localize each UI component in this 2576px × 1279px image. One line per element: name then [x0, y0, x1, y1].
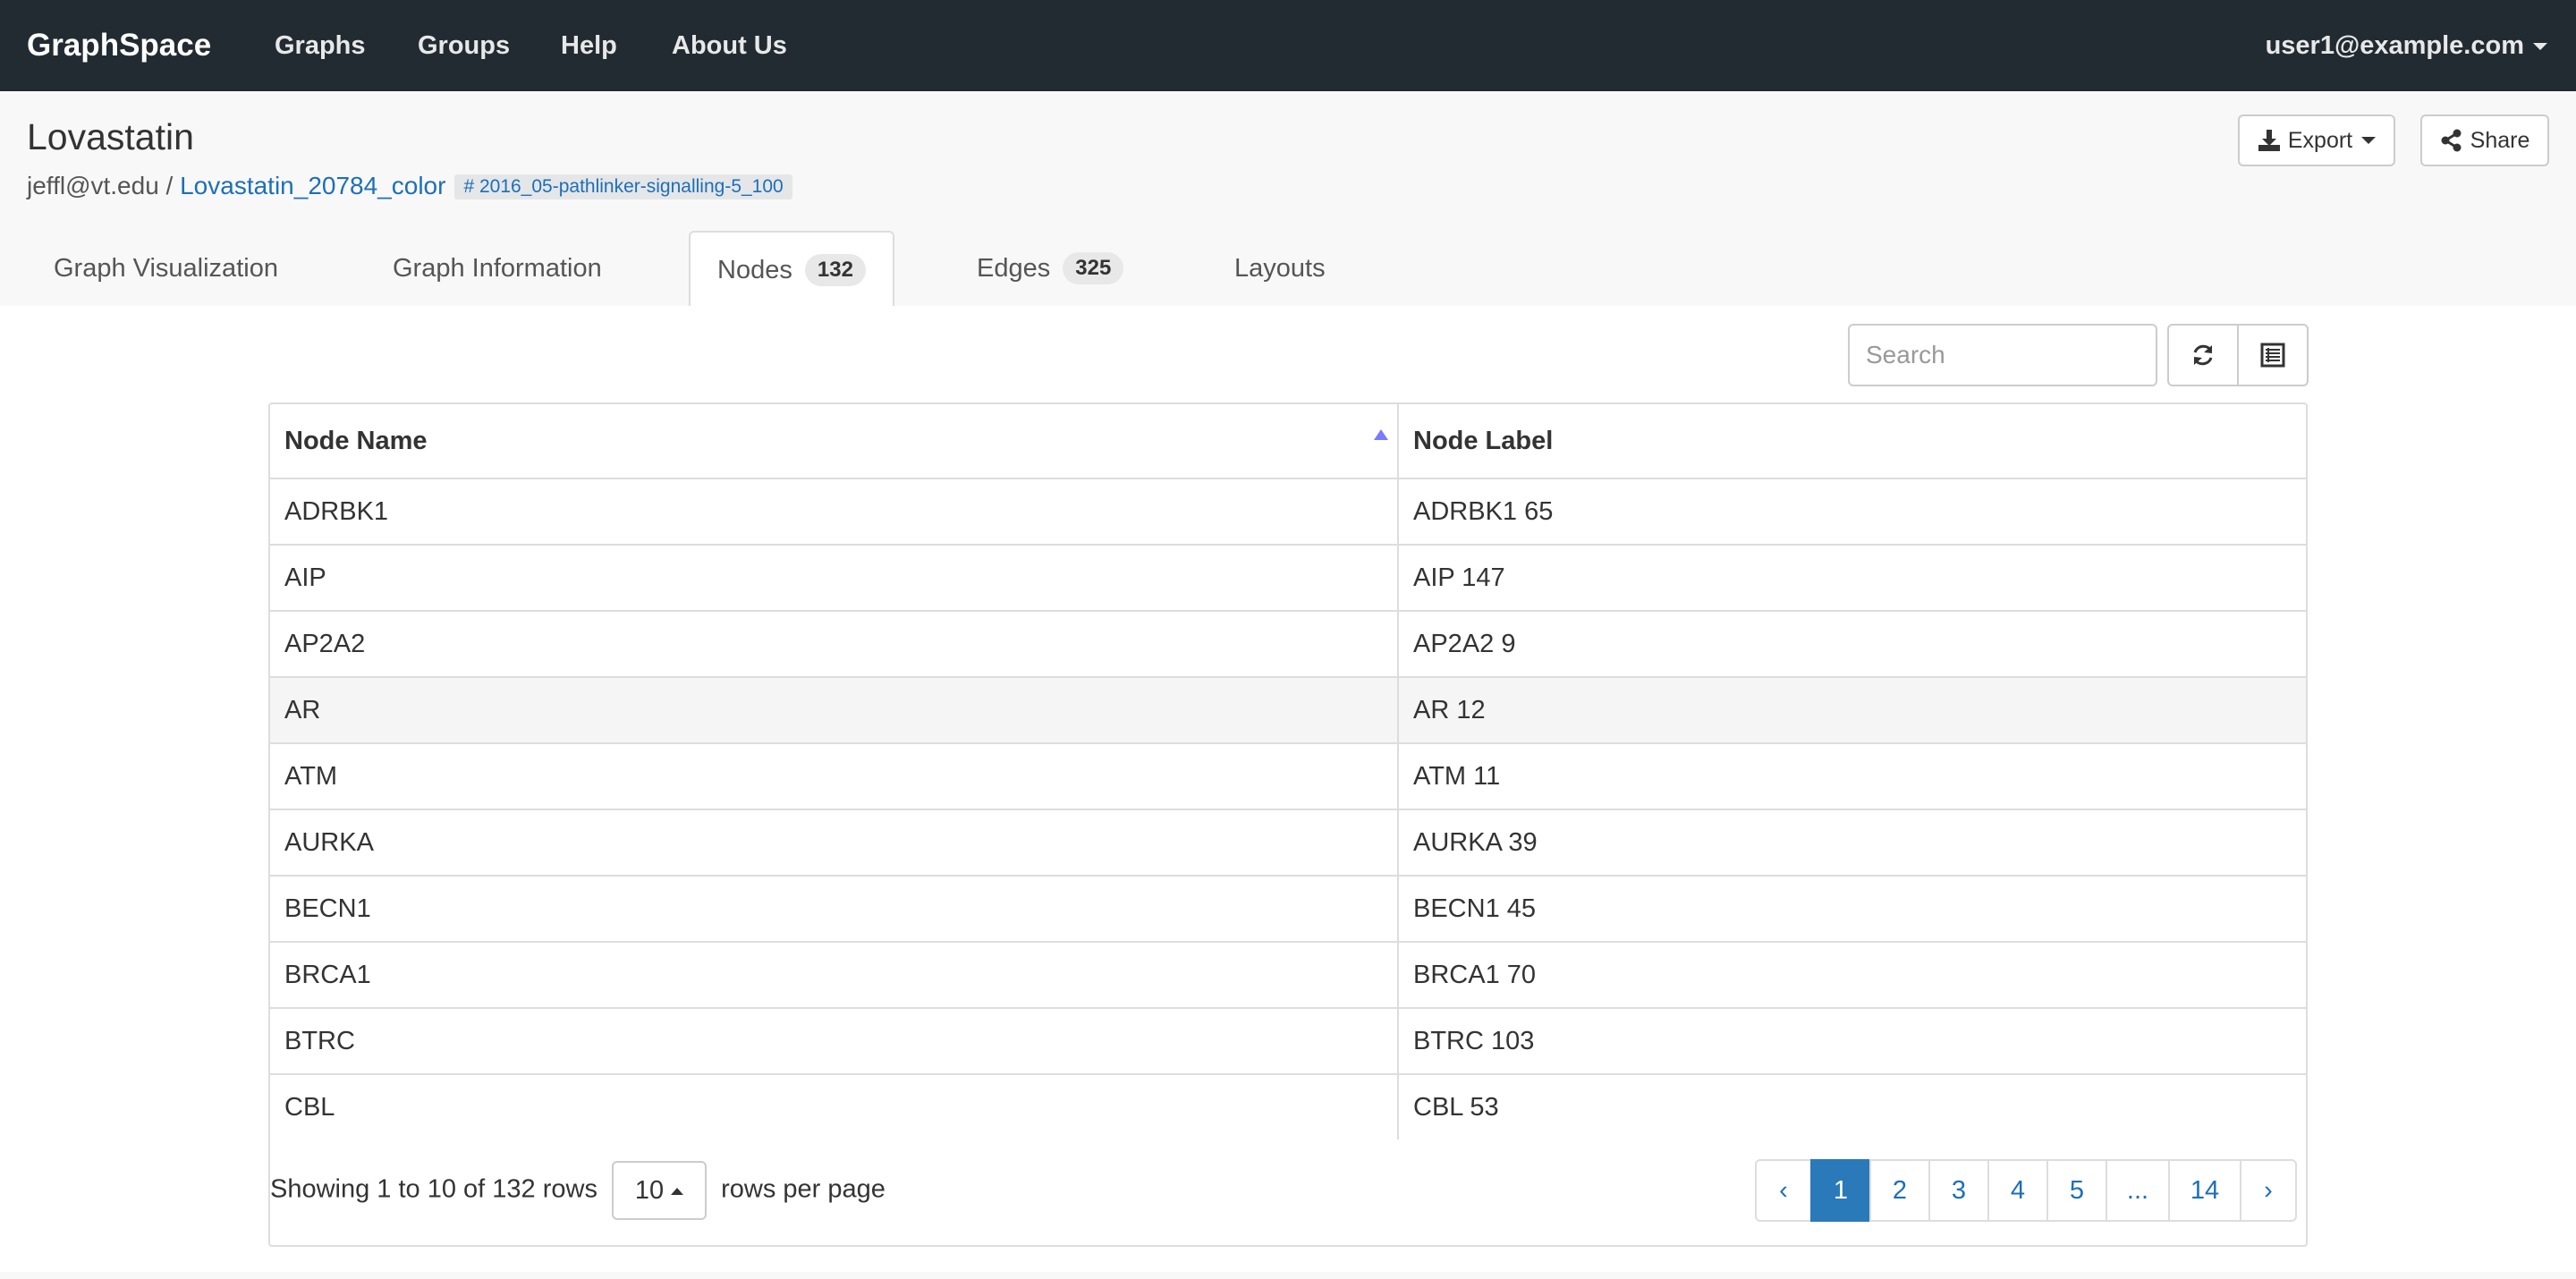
tab-graph-visualization[interactable]: Graph Visualization [54, 231, 278, 306]
tab-nodes[interactable]: Nodes 132 [689, 231, 894, 308]
tag-badge[interactable]: # 2016_05-pathlinker-signalling-5_100 [454, 174, 792, 199]
graph-name-link[interactable]: Lovastatin_20784_color [180, 172, 445, 199]
navbar: GraphSpace Graphs Groups Help About Us u… [0, 0, 2576, 91]
node-name-cell: AP2A2 [270, 610, 1398, 677]
share-icon [2441, 129, 2462, 152]
node-label-cell: AURKA 39 [1397, 809, 2306, 876]
sort-ascending-icon [1374, 429, 1388, 440]
nav-about-us[interactable]: About Us [672, 0, 787, 91]
node-name-cell: AURKA [270, 809, 1398, 876]
node-name-cell: BECN1 [270, 875, 1398, 942]
columns-icon [2260, 343, 2285, 368]
nav-help[interactable]: Help [561, 0, 617, 91]
refresh-button[interactable] [2167, 324, 2239, 386]
owner-email: jeffl@vt.edu [27, 172, 159, 199]
table-row[interactable]: BRCA1 BRCA1 70 [270, 941, 2306, 1008]
page-5[interactable]: 5 [2046, 1159, 2107, 1222]
table-row[interactable]: ADRBK1 ADRBK1 65 [270, 478, 2306, 545]
page-prev[interactable]: ‹ [1755, 1159, 1812, 1222]
page-14[interactable]: 14 [2168, 1159, 2241, 1222]
node-label-cell: ATM 11 [1397, 742, 2306, 809]
column-header-label: Node Name [284, 426, 428, 455]
tab-bar: Graph Visualization Graph Information No… [0, 231, 2576, 308]
table-row[interactable]: CBL CBL 53 [270, 1073, 2306, 1139]
pagination: ‹ 1 2 3 4 5 ... 14 › [1755, 1159, 2297, 1222]
node-label-cell: BRCA1 70 [1397, 941, 2306, 1008]
column-header-node-label[interactable]: Node Label [1397, 404, 2306, 479]
node-label-cell: AR 12 [1397, 676, 2306, 743]
node-label-cell: BTRC 103 [1397, 1007, 2306, 1074]
table-row[interactable]: BECN1 BECN1 45 [270, 875, 2306, 942]
tab-layouts[interactable]: Layouts [1234, 231, 1326, 306]
table-row[interactable]: AP2A2 AP2A2 9 [270, 610, 2306, 677]
chevron-down-icon [2533, 43, 2547, 51]
table-row[interactable]: ATM ATM 11 [270, 742, 2306, 809]
share-label: Share [2470, 127, 2530, 153]
node-name-cell: BTRC [270, 1007, 1398, 1074]
refresh-icon [2193, 344, 2213, 366]
page-title: Lovastatin [27, 116, 194, 157]
page-ellipsis: ... [2106, 1159, 2170, 1222]
node-name-cell: CBL [270, 1073, 1398, 1139]
page-3[interactable]: 3 [1928, 1159, 1989, 1222]
rows-per-page-value: 10 [634, 1176, 665, 1205]
table-row[interactable]: BTRC BTRC 103 [270, 1007, 2306, 1074]
page-4[interactable]: 4 [1987, 1159, 2048, 1222]
column-header-label: Node Label [1413, 426, 1554, 455]
node-label-cell: ADRBK1 65 [1397, 478, 2306, 545]
columns-button[interactable] [2237, 324, 2309, 386]
share-button[interactable]: Share [2420, 114, 2549, 166]
tab-graph-information[interactable]: Graph Information [393, 231, 602, 306]
user-email: user1@example.com [2265, 31, 2524, 60]
showing-rows-text: Showing 1 to 10 of 132 rows [270, 1174, 597, 1204]
node-name-cell: ADRBK1 [270, 478, 1398, 545]
pagination-info: Showing 1 to 10 of 132 rows 10 rows per … [270, 1161, 886, 1224]
table-row[interactable]: AURKA AURKA 39 [270, 809, 2306, 876]
tab-edges[interactable]: Edges 325 [977, 231, 1124, 306]
tab-edges-label: Edges [977, 254, 1051, 283]
search-input[interactable] [1848, 324, 2157, 386]
rows-per-page-suffix: rows per page [721, 1174, 886, 1204]
node-name-cell: AR [270, 676, 1398, 743]
chevron-down-icon [2361, 137, 2377, 144]
nav-graphs[interactable]: Graphs [275, 0, 366, 91]
nodes-table-container: Node Name Node Label ADRBK1 ADRBK1 65 AIP… [268, 402, 2308, 1247]
export-button[interactable]: Export [2238, 114, 2395, 166]
node-name-cell: ATM [270, 742, 1398, 809]
node-label-cell: AIP 147 [1397, 544, 2306, 611]
brand-logo[interactable]: GraphSpace [27, 0, 211, 91]
breadcrumb-separator: / [158, 172, 181, 199]
caret-up-icon [671, 1188, 684, 1196]
column-header-node-name[interactable]: Node Name [270, 404, 1398, 479]
table-row[interactable]: AR AR 12 [270, 676, 2306, 743]
nav-groups[interactable]: Groups [418, 0, 510, 91]
nodes-table: Node Name Node Label ADRBK1 ADRBK1 65 AIP… [270, 404, 2306, 1139]
export-label: Export [2287, 127, 2353, 153]
page-2[interactable]: 2 [1869, 1159, 1930, 1222]
download-icon [2258, 130, 2280, 151]
node-label-cell: BECN1 45 [1397, 875, 2306, 942]
node-label-cell: AP2A2 9 [1397, 610, 2306, 677]
node-name-cell: BRCA1 [270, 941, 1398, 1008]
page-next[interactable]: › [2240, 1159, 2297, 1222]
node-name-cell: AIP [270, 544, 1398, 611]
rows-per-page-dropdown[interactable]: 10 [612, 1161, 708, 1220]
table-row[interactable]: AIP AIP 147 [270, 544, 2306, 611]
table-header-row: Node Name Node Label [270, 404, 2306, 479]
edges-count-badge: 325 [1063, 252, 1124, 284]
page-1[interactable]: 1 [1810, 1159, 1871, 1222]
nodes-count-badge: 132 [804, 254, 866, 286]
tab-nodes-label: Nodes [717, 256, 792, 284]
breadcrumb: jeffl@vt.edu / Lovastatin_20784_color # 2… [27, 172, 792, 200]
node-label-cell: CBL 53 [1397, 1073, 2306, 1139]
user-menu[interactable]: user1@example.com [2266, 0, 2547, 91]
